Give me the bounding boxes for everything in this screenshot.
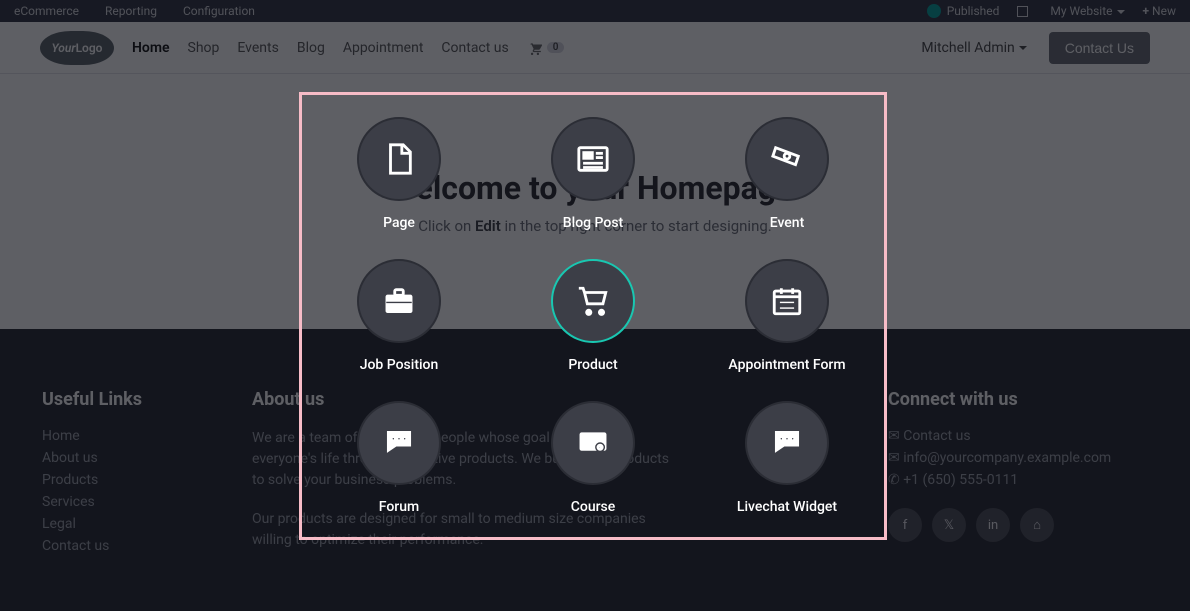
new-content-modal: Page Blog Post Event Job Position Product App…: [299, 92, 887, 540]
modal-option-label: Page: [383, 215, 415, 231]
ticket-icon: [745, 117, 829, 201]
briefcase-icon: [357, 259, 441, 343]
modal-option-label: Forum: [379, 499, 419, 515]
cart-icon: [551, 259, 635, 343]
modal-option-livechat-widget[interactable]: Livechat Widget: [690, 401, 884, 515]
calendar-icon: [745, 259, 829, 343]
modal-option-page[interactable]: Page: [302, 117, 496, 231]
modal-options-grid: Page Blog Post Event Job Position Product App…: [302, 117, 884, 515]
chat-icon: [357, 401, 441, 485]
modal-option-blog-post[interactable]: Blog Post: [496, 117, 690, 231]
modal-option-label: Product: [568, 357, 617, 373]
news-icon: [551, 117, 635, 201]
modal-option-forum[interactable]: Forum: [302, 401, 496, 515]
modal-option-label: Livechat Widget: [737, 499, 837, 515]
modal-option-appointment-form[interactable]: Appointment Form: [690, 259, 884, 373]
course-icon: [551, 401, 635, 485]
modal-option-label: Blog Post: [563, 215, 623, 231]
modal-option-label: Event: [770, 215, 805, 231]
modal-option-course[interactable]: Course: [496, 401, 690, 515]
chat-icon: [745, 401, 829, 485]
file-icon: [357, 117, 441, 201]
modal-option-label: Job Position: [360, 357, 439, 373]
modal-option-product[interactable]: Product: [496, 259, 690, 373]
modal-option-label: Course: [571, 499, 616, 515]
modal-option-event[interactable]: Event: [690, 117, 884, 231]
modal-option-label: Appointment Form: [728, 357, 845, 373]
modal-option-job-position[interactable]: Job Position: [302, 259, 496, 373]
